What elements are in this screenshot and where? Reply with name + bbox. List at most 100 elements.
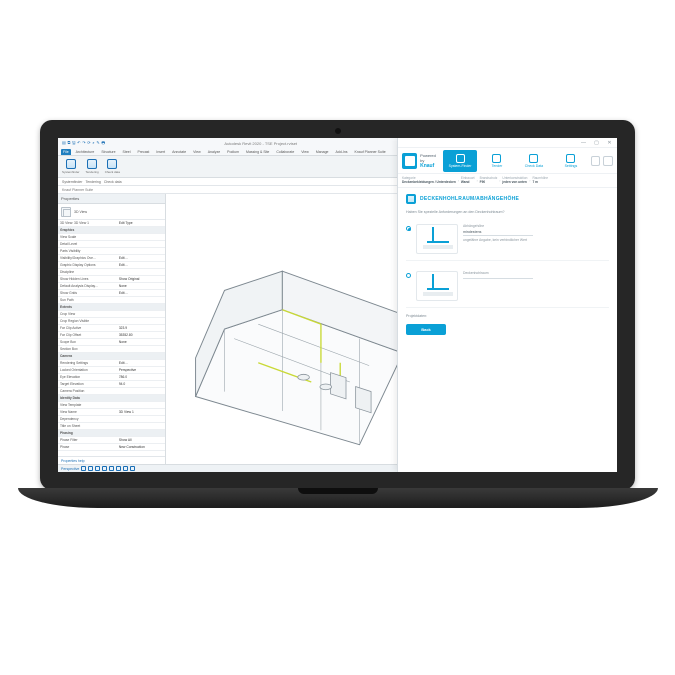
- nav-settings[interactable]: Settings: [554, 150, 588, 172]
- tab-insert[interactable]: Insert: [154, 149, 167, 155]
- status-icon[interactable]: [130, 466, 135, 471]
- subbar-item[interactable]: Check data: [104, 180, 122, 184]
- subbar-item[interactable]: Tendering: [85, 180, 100, 184]
- property-row[interactable]: Section Box: [58, 346, 165, 353]
- status-icon[interactable]: [95, 466, 100, 471]
- tab-analyze[interactable]: Analyze: [206, 149, 222, 155]
- tab-structure[interactable]: Structure: [99, 149, 117, 155]
- property-section: Phasing: [58, 430, 165, 437]
- property-row[interactable]: Sun Path: [58, 297, 165, 304]
- gear-icon: [566, 154, 575, 163]
- status-icon[interactable]: [88, 466, 93, 471]
- property-row[interactable]: Parts Visibility: [58, 248, 165, 255]
- properties-help-link[interactable]: Properties help: [58, 456, 165, 464]
- type-selector[interactable]: 3D View: [58, 204, 165, 220]
- property-row[interactable]: Crop View: [58, 311, 165, 318]
- breadcrumb-item[interactable]: Raumhöhe 7 m: [532, 177, 548, 185]
- breadcrumb-item[interactable]: Brandschutz F90: [480, 177, 498, 185]
- subbar-item[interactable]: Systemfinder: [62, 180, 82, 184]
- property-row[interactable]: Show Hidden LinesShow Original: [58, 276, 165, 283]
- option-abhaengehoehe[interactable]: Abhängehöhe mindestens ungefähre Angabe,…: [406, 220, 609, 261]
- tab-architecture[interactable]: Architecture: [74, 149, 97, 155]
- property-row[interactable]: Title on Sheet: [58, 423, 165, 430]
- property-row[interactable]: Scope BoxNone: [58, 339, 165, 346]
- section-header: DECKENHOHLRAUM/ABHÄNGEHÖHE: [406, 194, 609, 204]
- breadcrumb-item[interactable]: Einbauort Wand: [461, 177, 475, 185]
- property-row[interactable]: Detail Level: [58, 241, 165, 248]
- nav-tender[interactable]: Tender: [480, 150, 514, 172]
- radio-icon[interactable]: [406, 273, 411, 278]
- property-row[interactable]: View Scale: [58, 234, 165, 241]
- laptop-base: [18, 488, 658, 508]
- property-row[interactable]: Rendering SettingsEdit…: [58, 360, 165, 367]
- property-row[interactable]: Target Elevation94.0: [58, 381, 165, 388]
- tab-precast[interactable]: Precast: [136, 149, 152, 155]
- knauf-plugin-window: — ▢ ✕ Powered by Knauf System-Finder: [397, 138, 617, 472]
- property-rows: GraphicsView ScaleDetail LevelParts Visi…: [58, 227, 165, 456]
- nav-system-finder[interactable]: System-Finder: [443, 150, 477, 172]
- property-row[interactable]: PhaseNew Construction: [58, 444, 165, 451]
- property-row[interactable]: Phase FilterShow All: [58, 437, 165, 444]
- nav-check-data[interactable]: Check Data: [517, 150, 551, 172]
- tab-annotate[interactable]: Annotate: [170, 149, 188, 155]
- breadcrumb-item[interactable]: Unterkonstruktion jeden von unten: [502, 177, 527, 185]
- property-section: Camera: [58, 353, 165, 360]
- maximize-button[interactable]: ▢: [593, 140, 600, 146]
- radio-icon[interactable]: [406, 226, 411, 231]
- property-section: Graphics: [58, 227, 165, 234]
- breadcrumb-item[interactable]: Kategorie Deckenbekleidungen / Unterdeck…: [402, 177, 456, 185]
- tab-addins[interactable]: Add-Ins: [333, 149, 349, 155]
- tab-view[interactable]: View: [191, 149, 203, 155]
- option-text: Deckenhohlraum: [463, 271, 609, 279]
- status-icon[interactable]: [123, 466, 128, 471]
- mail-icon[interactable]: [591, 156, 601, 166]
- plugin-titlebar: — ▢ ✕: [398, 138, 617, 148]
- tab-massing[interactable]: Massing & Site: [244, 149, 271, 155]
- property-row[interactable]: Dependency: [58, 416, 165, 423]
- ribbon-btn-tendering[interactable]: Tendering: [86, 159, 99, 174]
- status-icon[interactable]: [109, 466, 114, 471]
- tab-view2[interactable]: View: [299, 149, 311, 155]
- option-thumbnail: [416, 224, 458, 254]
- property-row[interactable]: Visibility/Graphics Ove…Edit…: [58, 255, 165, 262]
- ribbon-tabs[interactable]: File Architecture Structure Steel Precas…: [58, 148, 418, 156]
- option-text: Abhängehöhe mindestens ungefähre Angabe,…: [463, 224, 609, 242]
- ribbon-btn-systemfinder[interactable]: Systemfinder: [62, 159, 80, 174]
- option-deckenhohlraum[interactable]: Deckenhohlraum: [406, 267, 609, 308]
- tab-collaborate[interactable]: Collaborate: [274, 149, 296, 155]
- property-row[interactable]: Default Analysis Display…None: [58, 283, 165, 290]
- tab-file[interactable]: File: [61, 149, 71, 155]
- tab-steel[interactable]: Steel: [121, 149, 133, 155]
- footer-label: Projektdaten:: [406, 314, 609, 318]
- property-row[interactable]: Far Clip Offset35352.80: [58, 332, 165, 339]
- tab-podium[interactable]: Podium: [225, 149, 241, 155]
- option-input[interactable]: mindestens: [463, 230, 533, 236]
- property-row[interactable]: Show GridsEdit…: [58, 290, 165, 297]
- property-row[interactable]: Discipline: [58, 269, 165, 276]
- minimize-button[interactable]: —: [580, 140, 587, 146]
- check-icon: [529, 154, 538, 163]
- property-row[interactable]: Graphic Display OptionsEdit…: [58, 262, 165, 269]
- plugin-navbar: Powered by Knauf System-Finder Tender Ch…: [398, 148, 617, 174]
- option-input[interactable]: [463, 277, 533, 279]
- property-row[interactable]: Locked OrientationPerspective: [58, 367, 165, 374]
- property-row[interactable]: Eye Elevation786.0: [58, 374, 165, 381]
- quick-access-toolbar[interactable]: ▤ ⧉ 🖫 ↶ ↷ ⟳ ⌕ ✎ 🖶: [62, 140, 105, 147]
- viewport-3d[interactable]: [166, 194, 418, 464]
- close-button[interactable]: ✕: [606, 140, 613, 146]
- status-icon[interactable]: [81, 466, 86, 471]
- status-icon[interactable]: [116, 466, 121, 471]
- status-icon[interactable]: [102, 466, 107, 471]
- property-row[interactable]: View Name3D View 1: [58, 409, 165, 416]
- property-row[interactable]: Camera Position: [58, 388, 165, 395]
- property-row[interactable]: View Template: [58, 402, 165, 409]
- tab-manage[interactable]: Manage: [314, 149, 331, 155]
- property-section: Identity Data: [58, 395, 165, 402]
- tab-knauf[interactable]: Knauf Planner Suite: [353, 149, 388, 155]
- back-button[interactable]: Back: [406, 324, 446, 335]
- edit-type-button[interactable]: Edit Type: [117, 220, 165, 226]
- property-row[interactable]: Far Clip Active323.9: [58, 325, 165, 332]
- ribbon-btn-checkdata[interactable]: Check data: [105, 159, 120, 174]
- help-icon[interactable]: [603, 156, 613, 166]
- property-row[interactable]: Crop Region Visible: [58, 318, 165, 325]
